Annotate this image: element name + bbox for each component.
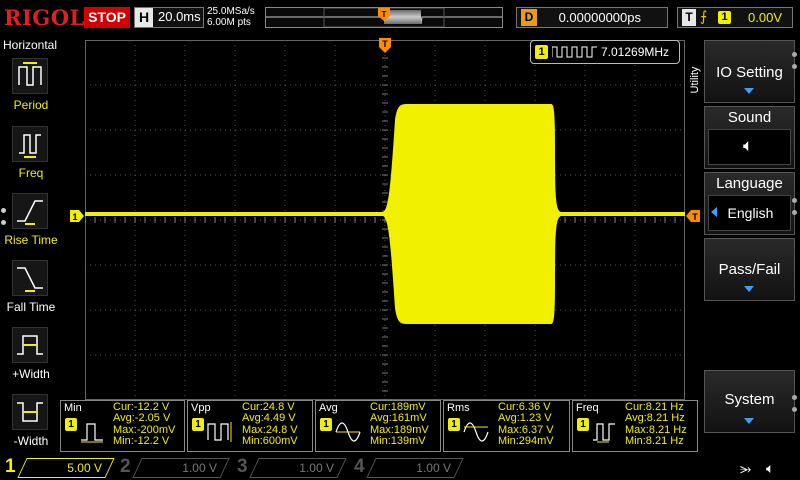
horizontal-timebase[interactable]: H 20.0ms xyxy=(134,7,204,28)
submenu-arrow-icon xyxy=(744,418,754,424)
trigger-time-marker[interactable]: T xyxy=(378,38,392,54)
acquisition-info: 25.0MSa/s 6.00M pts xyxy=(207,6,255,28)
channel-1-offset-marker[interactable]: 1 xyxy=(70,210,84,222)
io-setting-button[interactable]: IO Setting xyxy=(704,40,795,103)
sample-rate: 25.0MSa/s xyxy=(207,6,255,17)
period-label: Period xyxy=(13,98,49,112)
waveform-display[interactable] xyxy=(85,40,685,400)
positive-width-icon xyxy=(12,327,48,363)
language-button[interactable]: Language English xyxy=(704,172,795,235)
rise-time-icon xyxy=(12,193,48,229)
fall-time-icon xyxy=(12,260,48,296)
channel-2-scale: 1.00 V xyxy=(182,461,217,475)
frequency-counter: 1 7.01269MHz xyxy=(530,40,680,64)
measure-freq-button[interactable]: Freq xyxy=(0,124,62,190)
fall-time-label: Fall Time xyxy=(6,300,56,314)
delay-key: D xyxy=(521,9,537,26)
positive-width-label: +Width xyxy=(12,367,50,381)
system-button[interactable]: System xyxy=(704,370,795,433)
svg-text:T: T xyxy=(692,212,698,222)
freq-icon xyxy=(12,126,48,162)
avg-icon xyxy=(335,422,361,442)
freq-label: Freq xyxy=(18,166,44,180)
horizontal-key: H xyxy=(135,8,153,27)
negative-width-icon xyxy=(12,394,48,430)
measure-positive-width-button[interactable]: +Width xyxy=(0,325,62,391)
freq-counter-channel: 1 xyxy=(535,45,548,59)
channel-3-scale: 1.00 V xyxy=(299,461,334,475)
measurement-vpp[interactable]: Vpp 1 Cur:24.8 V Avg:4.49 V Max:24.8 V Min:… xyxy=(187,400,313,452)
channel-1-scale: 5.00 V xyxy=(67,461,102,475)
rising-edge-icon: ⨍ xyxy=(700,8,708,24)
trigger-source: 1 xyxy=(718,11,731,24)
speaker-status-icon: 🔈︎ xyxy=(766,460,775,476)
channel-status-bar: 1 5.00 V 2 1.00 V 3 1.00 V 4 1.00 V xyxy=(0,455,800,480)
measurement-min[interactable]: Min 1 Cur:-12.2 V Avg:-2.05 V Max:-200mV Mi… xyxy=(60,400,185,452)
period-icon xyxy=(12,58,48,94)
trigger-level: 0.00V xyxy=(748,10,782,25)
measurement-rms[interactable]: Rms 1 Cur:6.36 V Avg:1.23 V Max:6.37 V Min:… xyxy=(443,400,570,452)
measure-fall-time-button[interactable]: Fall Time xyxy=(0,258,62,324)
run-stop-indicator[interactable]: STOP xyxy=(84,7,130,28)
freq-measure-icon xyxy=(593,423,615,443)
menu-tab-utility: Utility xyxy=(689,66,701,94)
vpp-icon xyxy=(207,422,232,442)
trigger-settings[interactable]: T ⨍ 1 0.00V xyxy=(677,7,793,28)
measure-period-button[interactable]: Period xyxy=(0,56,62,122)
measure-panel: Horizontal Period Freq Rise Time Fall Ti… xyxy=(0,36,62,456)
rise-time-label: Rise Time xyxy=(4,233,58,247)
memory-overview-strip[interactable]: T xyxy=(265,7,503,28)
speaker-icon: 🔈︎ xyxy=(743,136,754,155)
usb-icon: ⭃ xyxy=(740,460,752,476)
brand-logo: RIGOL xyxy=(4,5,85,30)
rms-icon xyxy=(463,422,489,442)
svg-text:1: 1 xyxy=(72,212,77,222)
svg-text:T: T xyxy=(382,10,387,19)
measure-rise-time-button[interactable]: Rise Time xyxy=(0,191,62,257)
sound-button[interactable]: Sound 🔈︎ xyxy=(704,106,795,169)
svg-text:T: T xyxy=(382,39,388,49)
submenu-arrow-icon xyxy=(744,286,754,292)
submenu-arrow-icon xyxy=(744,88,754,94)
timebase-value: 20.0ms xyxy=(158,9,201,24)
delay-value: 0.00000000ps xyxy=(558,10,641,25)
measurement-freq[interactable]: Freq 1 Cur:8.21 Hz Avg:8.21 Hz Max:8.21 Hz… xyxy=(572,400,698,452)
min-icon xyxy=(81,423,103,443)
trigger-position-marker: T xyxy=(378,8,390,21)
square-wave-icon xyxy=(552,46,597,58)
freq-counter-value: 7.01269MHz xyxy=(601,45,670,59)
horizontal-delay[interactable]: D 0.00000000ps xyxy=(516,7,668,28)
trigger-level-marker[interactable]: T xyxy=(686,210,700,222)
channel-4-scale: 1.00 V xyxy=(416,461,451,475)
negative-width-label: -Width xyxy=(13,434,49,448)
pass-fail-button[interactable]: Pass/Fail xyxy=(704,238,795,301)
measure-negative-width-button[interactable]: -Width xyxy=(0,392,62,458)
channel-1-waveform xyxy=(85,104,685,324)
trigger-key: T xyxy=(682,9,696,26)
measure-category-title: Horizontal xyxy=(2,38,58,52)
top-status-bar: RIGOL STOP H 20.0ms 25.0MSa/s 6.00M pts … xyxy=(0,0,800,36)
memory-depth: 6.00M pts xyxy=(207,17,251,28)
language-value: English xyxy=(727,205,774,221)
measurement-avg[interactable]: Avg 1 Cur:189mV Avg:161mV Max:189mV Min:139… xyxy=(315,400,441,452)
